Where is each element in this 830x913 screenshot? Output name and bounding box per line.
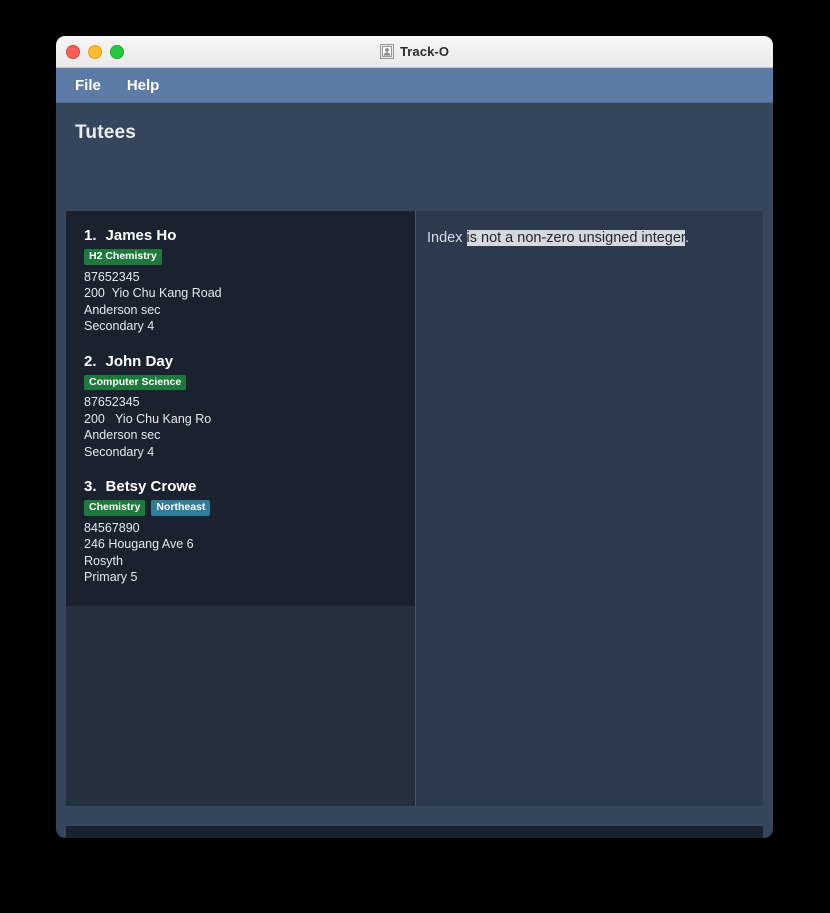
list-item[interactable]: 1. James Ho H2 Chemistry 87652345 200 Yio… [66,219,415,345]
app-window: Track-O File Help Tutees 1. James Ho H2 C… [56,36,773,838]
maximize-button[interactable] [110,44,124,59]
tutee-address: 246 Hougang Ave 6 [84,537,194,551]
tutee-tags: Chemistry Northeast [84,500,397,516]
tutee-level: Secondary 4 [84,444,155,459]
close-button[interactable] [66,44,80,59]
tutee-name-row: 3. Betsy Crowe [84,478,397,495]
page-title: Tutees [75,122,137,143]
status-badge: H2 Chemistry [84,249,162,265]
result-message: Index is not a non-zero unsigned integer… [427,228,763,248]
window-controls [66,36,124,67]
tutee-list-panel[interactable]: 1. James Ho H2 Chemistry 87652345 200 Yio… [66,211,415,806]
tutee-phone: 84567890 [84,520,140,535]
minimize-button[interactable] [88,44,102,59]
titlebar: Track-O [56,36,773,68]
tutee-phone: 87652345 [84,395,140,409]
app-body: Tutees 1. James Ho H2 Chemistry 87652345 … [56,103,773,838]
tutee-name-row: 1. James Ho [84,227,397,244]
tutee-level: Secondary 4 [84,319,155,333]
status-badge: Chemistry [84,500,146,516]
list-item[interactable]: 2. John Day Computer Science 87652345 200… [66,345,415,471]
tutee-level: Primary 5 [84,570,138,584]
status-badge: Northeast [151,500,211,516]
tutee-school: Rosyth [84,553,123,568]
tutee-index: 2. [84,352,97,370]
tutee-school: Anderson sec [84,428,161,442]
command-input-box[interactable]: payment 1 lesson/ [66,826,763,838]
result-suffix: . [684,230,689,246]
result-prefix: Index [427,230,467,246]
menu-item-help[interactable]: Help [127,78,160,93]
tutee-index: 3. [84,478,97,495]
menu-item-file[interactable]: File [75,78,101,93]
tutee-name-row: 2. John Day [84,353,397,370]
list-item[interactable]: 3. Betsy Crowe Chemistry Northeast 845678… [66,470,415,596]
tutee-address: 200 Yio Chu Kang Ro [84,411,212,426]
title-group: Track-O [56,36,773,67]
result-display-panel: Index is not a non-zero unsigned integer… [416,211,763,806]
tutee-index: 1. [84,227,97,244]
tutee-name: James Ho [105,227,177,244]
result-highlighted-text[interactable]: is not a non-zero unsigned integer [466,230,685,246]
tutee-list-card: 1. James Ho H2 Chemistry 87652345 200 Yio… [66,211,415,606]
tutee-name: John Day [105,352,174,370]
tutee-phone: 87652345 [84,269,140,284]
status-badge: Computer Science [84,374,187,390]
contact-card-icon [379,44,394,59]
tutee-school: Anderson sec [84,302,161,317]
window-title: Track-O [399,44,450,59]
tutee-name: Betsy Crowe [105,478,197,495]
menubar: File Help [56,68,773,103]
tutee-tags: Computer Science [84,374,397,390]
tutee-address: 200 Yio Chu Kang Road [84,286,222,300]
panels-container: 1. James Ho H2 Chemistry 87652345 200 Yio… [66,211,763,806]
tutee-tags: H2 Chemistry [84,249,397,265]
